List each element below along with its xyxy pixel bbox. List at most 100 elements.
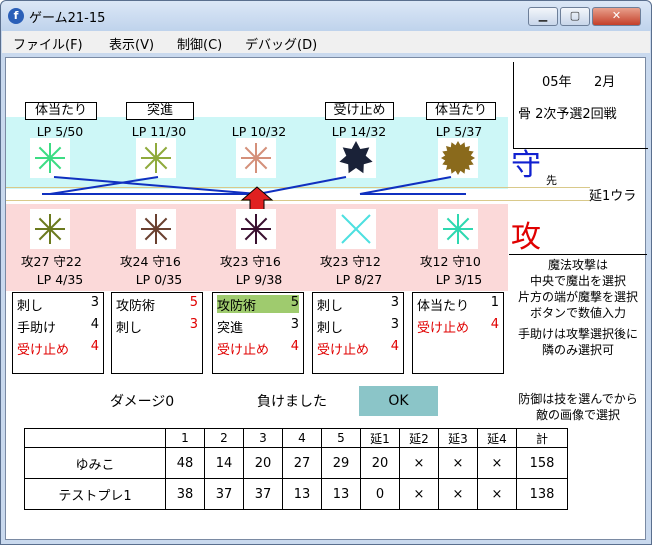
help-assist: 手助けは攻撃選択後に 隣のみ選択可 — [517, 327, 638, 357]
window-title: ゲーム21-15 — [29, 11, 106, 26]
help-magic: 魔法攻撃は 中央で魔出を選択 片方の端が魔撃を選択 ボタンで数値入力 — [509, 254, 647, 321]
technique-row[interactable]: 受け止め 4 — [317, 339, 399, 358]
menu-control[interactable]: 制御(C) — [177, 34, 222, 53]
technique-name: 受け止め — [317, 343, 370, 358]
technique-name: 攻防術 — [217, 299, 257, 314]
link-line-4 — [257, 176, 347, 195]
attack-stat-1: 攻27 守22 — [21, 254, 82, 269]
technique-value: 5 — [290, 295, 299, 310]
help-defend: 防御は技を選んでから 敵の画像で選択 — [518, 392, 638, 422]
technique-name: 刺し — [116, 321, 143, 336]
menu-bar: ファイル(F) 表示(V) 制御(C) デバッグ(D) — [2, 31, 650, 53]
attack-icon-4 — [336, 209, 376, 249]
technique-card-5[interactable]: 体当たり 1 受け止め 4 — [412, 292, 504, 374]
technique-row[interactable]: 攻防術 5 — [217, 295, 299, 314]
attack-lp-5: LP 3/15 — [435, 272, 483, 287]
technique-name: 突進 — [217, 321, 244, 336]
player-name: テストプレ1 — [24, 478, 166, 510]
technique-name: 手助け — [17, 321, 57, 336]
technique-name: 刺し — [17, 299, 44, 314]
game-window: f ゲーム21-15 ▁ ▢ ✕ ファイル(F) 表示(V) 制御(C) デバッ… — [0, 0, 652, 545]
score-header-row: 1 2 3 4 5 延1 延2 延3 延4 計 — [24, 428, 568, 448]
title-bar: f ゲーム21-15 ▁ ▢ ✕ — [1, 1, 651, 31]
technique-card-1[interactable]: 刺し 3 手助け 4 受け止め 4 — [12, 292, 104, 374]
player-name: ゆみこ — [24, 447, 166, 479]
attack-stat-3: 攻23 守16 — [220, 254, 281, 269]
technique-card-2[interactable]: 攻防術 5 刺し 3 — [111, 292, 203, 374]
defense-icon-4 — [336, 138, 376, 178]
technique-value: 1 — [490, 295, 499, 310]
technique-value: 5 — [189, 295, 198, 310]
app-icon: f — [8, 8, 24, 24]
link-line-2 — [53, 176, 259, 195]
attack-icon-5 — [438, 209, 478, 249]
technique-name: 刺し — [317, 321, 344, 336]
event-label: 骨 2次予選2回戦 — [518, 107, 617, 122]
attack-marker: 攻 — [511, 220, 541, 255]
technique-row[interactable]: 刺し 3 — [317, 317, 399, 336]
technique-row[interactable]: 受け止め 4 — [417, 317, 499, 336]
technique-row[interactable]: 体当たり 1 — [417, 295, 499, 314]
technique-name: 刺し — [317, 299, 344, 314]
technique-row[interactable]: 受け止め 4 — [217, 339, 299, 358]
attack-stat-5: 攻12 守10 — [420, 254, 481, 269]
ok-button[interactable]: OK — [359, 386, 438, 416]
technique-value: 4 — [390, 339, 399, 354]
technique-row[interactable]: 攻防術 5 — [116, 295, 198, 314]
minimize-button[interactable]: ▁ — [528, 7, 558, 26]
attack-icon-3 — [236, 209, 276, 249]
attack-stat-2: 攻24 守16 — [120, 254, 181, 269]
defense-icon-5 — [438, 138, 478, 178]
technique-value: 3 — [290, 317, 299, 332]
technique-row[interactable]: 受け止め 4 — [17, 339, 99, 358]
attack-lp-3: LP 9/38 — [235, 272, 283, 287]
technique-value: 3 — [390, 295, 399, 310]
score-row-player2: テストプレ1 38 37 37 13 13 0 × × × 138 — [24, 478, 568, 510]
technique-name: 受け止め — [17, 343, 70, 358]
technique-row[interactable]: 突進 3 — [217, 317, 299, 336]
attack-lp-2: LP 0/35 — [135, 272, 183, 287]
technique-name: 攻防術 — [116, 299, 156, 314]
technique-value: 4 — [90, 317, 99, 332]
technique-card-3[interactable]: 攻防術 5 突進 3 受け止め 4 — [212, 292, 304, 374]
menu-file[interactable]: ファイル(F) — [13, 34, 83, 53]
technique-name: 体当たり — [417, 299, 470, 314]
technique-value: 4 — [490, 317, 499, 332]
technique-value: 3 — [189, 317, 198, 332]
attack-lp-4: LP 8/27 — [335, 272, 383, 287]
round-info-panel: 05年 2月 骨 2次予選2回戦 — [513, 62, 648, 149]
menu-debug[interactable]: デバッグ(D) — [245, 34, 317, 53]
damage-label: ダメージ0 — [110, 394, 175, 410]
score-table: 1 2 3 4 5 延1 延2 延3 延4 計 ゆみこ 48 14 20 27 29… — [24, 428, 568, 510]
attack-stat-4: 攻23 守12 — [320, 254, 381, 269]
month-label: 2月 — [594, 75, 616, 90]
score-row-player1: ゆみこ 48 14 20 27 29 20 × × × 158 — [24, 447, 568, 479]
attack-icon-2 — [136, 209, 176, 249]
game-area: 05年 2月 骨 2次予選2回戦 守 先 延1ウラ 攻 体当たり 突進 受け止め… — [5, 57, 648, 540]
technique-value: 4 — [90, 339, 99, 354]
maximize-button[interactable]: ▢ — [560, 7, 590, 26]
technique-name: 受け止め — [217, 343, 270, 358]
defense-icon-2 — [136, 138, 176, 178]
extension-label: 延1ウラ — [589, 189, 637, 204]
result-label: 負けました — [257, 394, 327, 410]
year-label: 05年 — [542, 75, 572, 90]
technique-value: 3 — [90, 295, 99, 310]
technique-card-4[interactable]: 刺し 3 刺し 3 受け止め 4 — [312, 292, 404, 374]
technique-name: 受け止め — [417, 321, 470, 336]
technique-row[interactable]: 手助け 4 — [17, 317, 99, 336]
defense-icon-1 — [30, 138, 70, 178]
link-line-5 — [359, 176, 452, 195]
close-button[interactable]: ✕ — [592, 7, 641, 26]
attack-lp-1: LP 4/35 — [36, 272, 84, 287]
menu-view[interactable]: 表示(V) — [109, 34, 154, 53]
technique-row[interactable]: 刺し 3 — [116, 317, 198, 336]
technique-value: 4 — [290, 339, 299, 354]
technique-row[interactable]: 刺し 3 — [317, 295, 399, 314]
link-line-3 — [49, 176, 159, 195]
technique-row[interactable]: 刺し 3 — [17, 295, 99, 314]
defense-marker: 守 — [511, 148, 541, 183]
attack-icon-1 — [30, 209, 70, 249]
order-label: 先 — [546, 174, 557, 187]
defense-icon-3 — [236, 138, 276, 178]
